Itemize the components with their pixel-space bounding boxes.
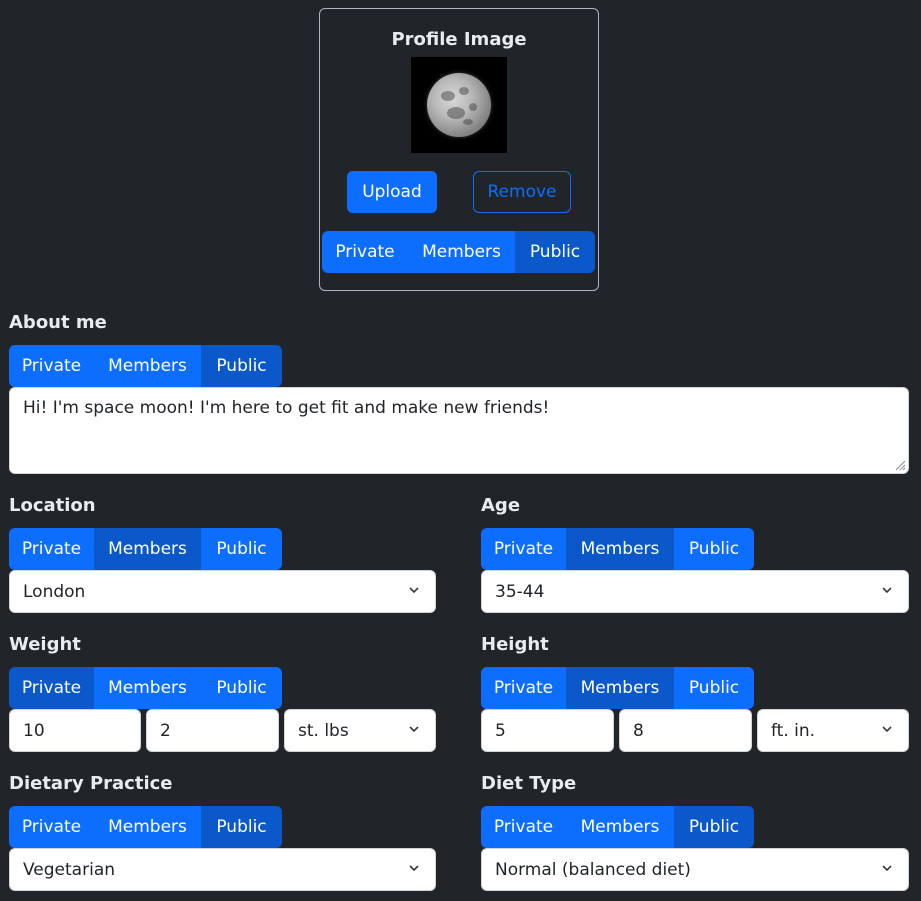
weight-stones-value: 10: [23, 720, 45, 741]
weight-pounds-input[interactable]: 2: [146, 709, 279, 752]
privacy-members-option[interactable]: Members: [94, 528, 201, 570]
privacy-members-option[interactable]: Members: [566, 667, 674, 709]
privacy-private-option[interactable]: Private: [481, 806, 566, 848]
height-feet-input[interactable]: 5: [481, 709, 614, 752]
privacy-public-option[interactable]: Public: [674, 528, 754, 570]
chevron-down-icon: [882, 724, 892, 734]
profile-image-title: Profile Image: [391, 29, 527, 50]
chevron-down-icon: [409, 585, 419, 595]
upload-button[interactable]: Upload: [347, 171, 437, 213]
diet-type-privacy-toggle: Private Members Public: [481, 806, 754, 848]
dietary-practice-select[interactable]: Vegetarian: [9, 848, 436, 891]
weight-stones-input[interactable]: 10: [9, 709, 141, 752]
privacy-private-option[interactable]: Private: [9, 806, 94, 848]
privacy-members-option[interactable]: Members: [566, 806, 674, 848]
height-label: Height: [481, 634, 549, 655]
privacy-members-option[interactable]: Members: [566, 528, 674, 570]
diet-type-select[interactable]: Normal (balanced diet): [481, 848, 909, 891]
weight-pounds-value: 2: [160, 720, 171, 741]
resize-grip-icon[interactable]: [894, 459, 906, 471]
privacy-public-option[interactable]: Public: [201, 667, 282, 709]
height-privacy-toggle: Private Members Public: [481, 667, 754, 709]
privacy-private-option[interactable]: Private: [481, 528, 566, 570]
weight-privacy-toggle: Private Members Public: [9, 667, 282, 709]
about-privacy-toggle: Private Members Public: [9, 345, 282, 387]
privacy-members-option[interactable]: Members: [408, 231, 515, 273]
height-unit-select[interactable]: ft. in.: [757, 709, 909, 752]
age-privacy-toggle: Private Members Public: [481, 528, 754, 570]
privacy-public-option[interactable]: Public: [201, 806, 282, 848]
privacy-private-option[interactable]: Private: [9, 345, 94, 387]
privacy-public-option[interactable]: Public: [201, 528, 282, 570]
privacy-members-option[interactable]: Members: [94, 345, 201, 387]
age-value: 35-44: [495, 581, 545, 602]
profile-avatar: [411, 57, 507, 153]
privacy-private-option[interactable]: Private: [322, 231, 408, 273]
about-me-label: About me: [9, 312, 107, 333]
weight-label: Weight: [9, 634, 81, 655]
privacy-public-option[interactable]: Public: [674, 806, 754, 848]
profile-image-card: Profile Image Upload Remove Private Memb…: [319, 8, 599, 291]
privacy-private-option[interactable]: Private: [9, 667, 94, 709]
about-me-text: Hi! I'm space moon! I'm here to get fit …: [23, 398, 550, 418]
dietary-practice-label: Dietary Practice: [9, 773, 173, 794]
privacy-private-option[interactable]: Private: [9, 528, 94, 570]
height-unit-value: ft. in.: [771, 720, 816, 741]
height-feet-value: 5: [495, 720, 506, 741]
weight-unit-select[interactable]: st. lbs: [284, 709, 436, 752]
location-privacy-toggle: Private Members Public: [9, 528, 282, 570]
diet-type-label: Diet Type: [481, 773, 577, 794]
privacy-members-option[interactable]: Members: [94, 806, 201, 848]
moon-image: [427, 73, 491, 137]
privacy-public-option[interactable]: Public: [515, 231, 595, 273]
location-select[interactable]: London: [9, 570, 436, 613]
height-inches-value: 8: [633, 720, 644, 741]
height-inches-input[interactable]: 8: [619, 709, 752, 752]
dietary-practice-value: Vegetarian: [23, 859, 116, 880]
privacy-public-option[interactable]: Public: [201, 345, 282, 387]
age-label: Age: [481, 495, 521, 516]
age-select[interactable]: 35-44: [481, 570, 909, 613]
dietary-practice-privacy-toggle: Private Members Public: [9, 806, 282, 848]
chevron-down-icon: [882, 863, 892, 873]
weight-unit-value: st. lbs: [298, 720, 349, 741]
profile-privacy-toggle: Private Members Public: [322, 231, 595, 273]
chevron-down-icon: [882, 585, 892, 595]
location-value: London: [23, 581, 86, 602]
privacy-members-option[interactable]: Members: [94, 667, 201, 709]
about-me-textarea[interactable]: Hi! I'm space moon! I'm here to get fit …: [9, 387, 909, 474]
privacy-public-option[interactable]: Public: [674, 667, 754, 709]
remove-button[interactable]: Remove: [473, 171, 571, 213]
privacy-private-option[interactable]: Private: [481, 667, 566, 709]
chevron-down-icon: [409, 863, 419, 873]
chevron-down-icon: [409, 724, 419, 734]
location-label: Location: [9, 495, 96, 516]
diet-type-value: Normal (balanced diet): [495, 859, 691, 880]
